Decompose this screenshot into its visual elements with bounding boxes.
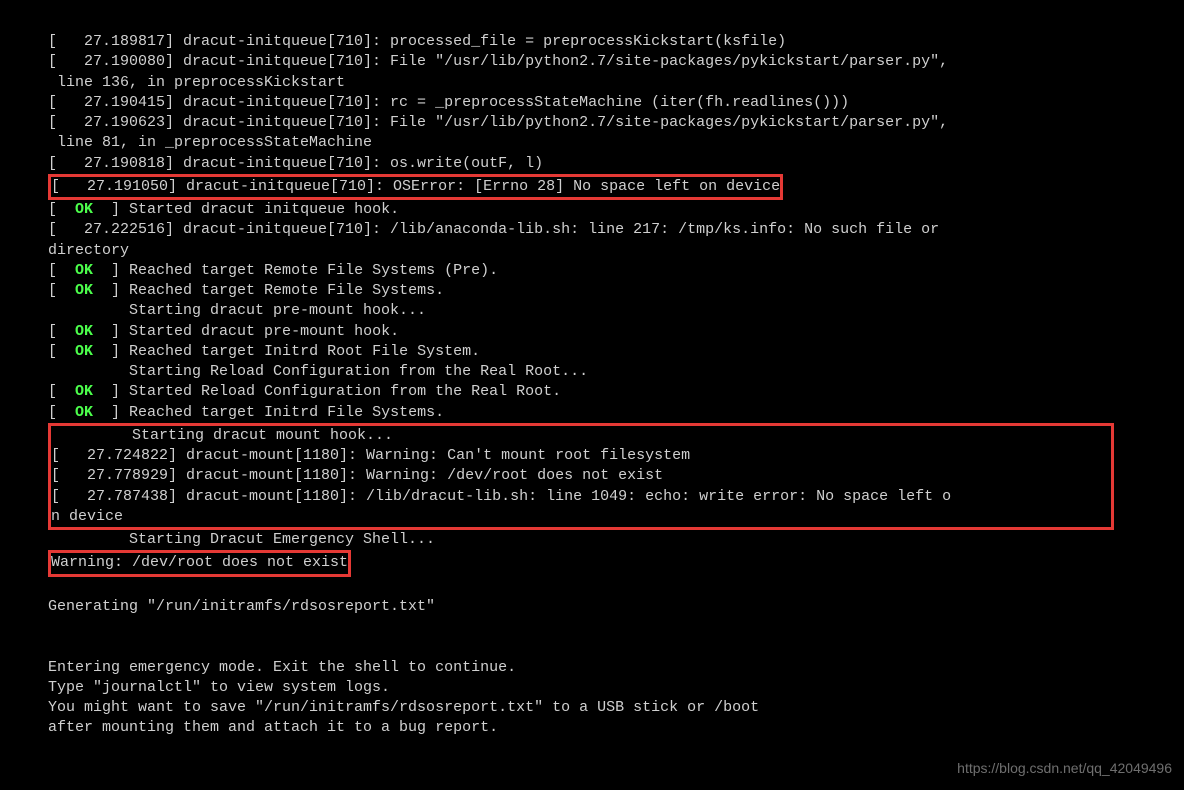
log-line: [ 27.190623] dracut-initqueue[710]: File… (48, 113, 1184, 133)
log-line-ok: [ OK ] Started dracut pre-mount hook. (48, 322, 1184, 342)
status-ok: OK (75, 323, 93, 340)
log-line-ok: [ OK ] Reached target Initrd File System… (48, 403, 1184, 423)
status-ok: OK (75, 282, 93, 299)
log-line: Type "journalctl" to view system logs. (48, 678, 1184, 698)
log-line-ok: [ OK ] Reached target Remote File System… (48, 261, 1184, 281)
log-line-ok: [ OK ] Started Reload Configuration from… (48, 382, 1184, 402)
log-line: Starting Reload Configuration from the R… (48, 362, 1184, 382)
status-ok: OK (75, 343, 93, 360)
log-line: [ 27.190818] dracut-initqueue[710]: os.w… (48, 154, 1184, 174)
log-line-ok: [ OK ] Reached target Initrd Root File S… (48, 342, 1184, 362)
blank-line (48, 577, 1184, 597)
highlight-mount-error: Starting dracut mount hook... [ 27.72482… (48, 423, 1114, 530)
log-line-ok: [ OK ] Started dracut initqueue hook. (48, 200, 1184, 220)
log-line: line 136, in preprocessKickstart (48, 73, 1184, 93)
blank-line (48, 637, 1184, 657)
log-line: Starting dracut pre-mount hook... (48, 301, 1184, 321)
log-line: [ 27.189817] dracut-initqueue[710]: proc… (48, 32, 1184, 52)
log-line-ok: [ OK ] Reached target Remote File System… (48, 281, 1184, 301)
log-line: line 81, in _preprocessStateMachine (48, 133, 1184, 153)
watermark-text: https://blog.csdn.net/qq_42049496 (957, 759, 1172, 778)
blank-line (48, 617, 1184, 637)
log-line: directory (48, 241, 1184, 261)
log-line: Entering emergency mode. Exit the shell … (48, 658, 1184, 678)
status-ok: OK (75, 262, 93, 279)
status-ok: OK (75, 201, 93, 218)
status-ok: OK (75, 404, 93, 421)
highlight-warning: Warning: /dev/root does not exist (48, 550, 351, 576)
status-ok: OK (75, 383, 93, 400)
log-line: You might want to save "/run/initramfs/r… (48, 698, 1184, 718)
log-line: Generating "/run/initramfs/rdsosreport.t… (48, 597, 1184, 617)
log-line: [ 27.222516] dracut-initqueue[710]: /lib… (48, 220, 1184, 240)
highlight-oserror: [ 27.191050] dracut-initqueue[710]: OSEr… (48, 174, 783, 200)
log-line: Starting Dracut Emergency Shell... (48, 530, 1184, 550)
log-line: [ 27.190415] dracut-initqueue[710]: rc =… (48, 93, 1184, 113)
log-line: after mounting them and attach it to a b… (48, 718, 1184, 738)
log-line: [ 27.190080] dracut-initqueue[710]: File… (48, 52, 1184, 72)
